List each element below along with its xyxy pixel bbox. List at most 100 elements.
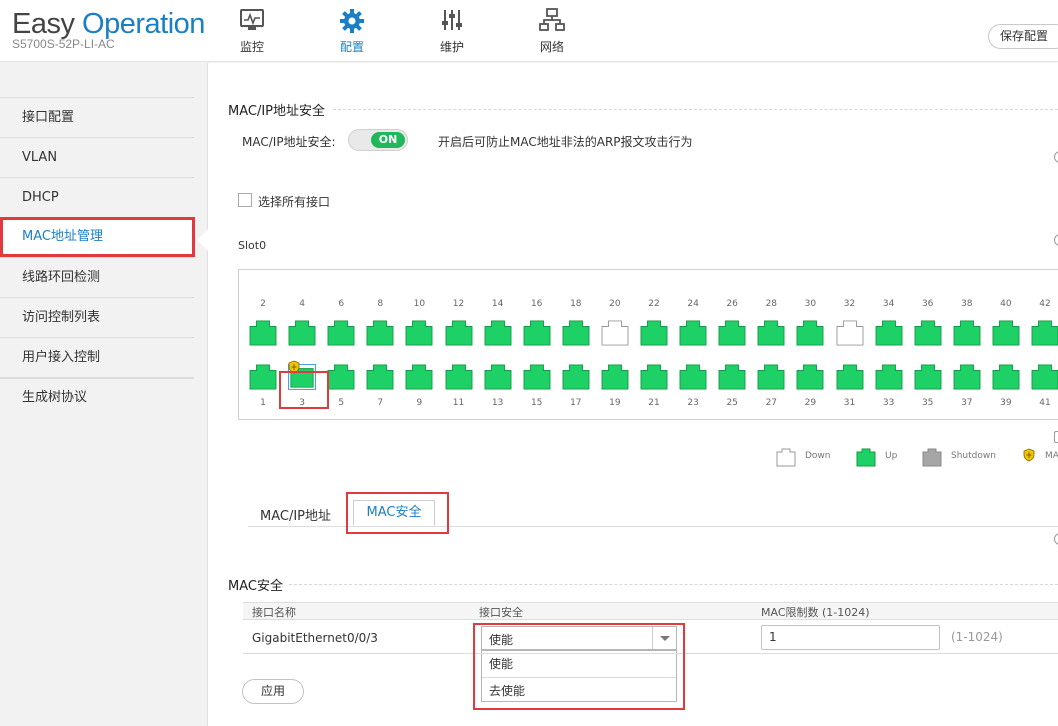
- mac-limit-range-hint: (1-1024): [951, 630, 1003, 644]
- mac-security-divider: [289, 584, 1058, 585]
- port-up[interactable]: [601, 364, 629, 390]
- panel-scroll-handle[interactable]: [1054, 431, 1058, 443]
- port-up[interactable]: [562, 320, 590, 346]
- port-number: 6: [338, 299, 345, 309]
- port-number: 33: [882, 398, 895, 408]
- sidebar-item-user-access[interactable]: 用户接入控制: [0, 337, 194, 377]
- slot-label: Slot0: [238, 239, 267, 252]
- nav-network[interactable]: 网络: [522, 6, 582, 55]
- tab-mac-security[interactable]: MAC安全: [353, 500, 435, 526]
- collapse-handle-slot[interactable]: [1054, 234, 1058, 246]
- port-number: 41: [1039, 398, 1051, 408]
- sidebar-item-loopback-detect[interactable]: 线路环回检测: [0, 257, 194, 297]
- port-up[interactable]: [366, 320, 394, 346]
- port-number: 15: [530, 398, 543, 408]
- section-divider: [333, 109, 1058, 110]
- port-up[interactable]: [405, 320, 433, 346]
- port-up[interactable]: [875, 364, 903, 390]
- port-up[interactable]: [953, 320, 981, 346]
- col-mac-limit: MAC限制数 (1-1024): [761, 606, 870, 619]
- port-number: 14: [491, 299, 504, 309]
- port-up[interactable]: [523, 364, 551, 390]
- sliders-icon: [442, 10, 462, 30]
- port-up[interactable]: [757, 364, 785, 390]
- save-config-button[interactable]: 保存配置: [988, 24, 1058, 49]
- dropdown-option-disable[interactable]: 去使能: [482, 677, 676, 703]
- port-up[interactable]: [640, 364, 668, 390]
- mac-limit-input[interactable]: 1: [761, 625, 940, 650]
- port-up[interactable]: [523, 320, 551, 346]
- port-up[interactable]: [679, 364, 707, 390]
- select-caret-area[interactable]: [652, 627, 676, 649]
- shield-icon: [288, 360, 300, 374]
- table-row-interface: GigabitEthernet0/0/3: [252, 631, 378, 645]
- port-up[interactable]: [914, 364, 942, 390]
- nav-config[interactable]: 配置: [322, 6, 382, 55]
- legend-mac-label: MA: [1045, 451, 1058, 461]
- section-title: MAC/IP地址安全: [228, 104, 326, 119]
- sidebar-item-dhcp[interactable]: DHCP: [0, 177, 194, 217]
- port-number: 21: [648, 398, 660, 408]
- port-up[interactable]: [953, 364, 981, 390]
- port-up[interactable]: [445, 364, 473, 390]
- tab-mac-ip-address[interactable]: MAC/IP地址: [260, 505, 331, 524]
- top-header: Easy Operation S5700S-52P-LI-AC 监控 配置 维护…: [0, 0, 1058, 62]
- port-up[interactable]: [640, 320, 668, 346]
- port-up[interactable]: [366, 364, 394, 390]
- port-down[interactable]: [601, 320, 629, 346]
- sidebar: 接口配置 VLAN DHCP MAC地址管理 线路环回检测 访问控制列表 用户接…: [0, 63, 208, 726]
- dropdown-option-enable[interactable]: 使能: [482, 651, 676, 677]
- sidebar-item-interface-config[interactable]: 接口配置: [0, 97, 194, 137]
- sidebar-item-mac-management[interactable]: MAC地址管理: [0, 217, 195, 257]
- legend-down-port-icon: [776, 448, 796, 467]
- port-up[interactable]: [1031, 364, 1058, 390]
- port-number: 35: [921, 398, 934, 408]
- port-number: 10: [413, 299, 426, 309]
- active-pointer: [197, 229, 208, 251]
- port-up[interactable]: [718, 320, 746, 346]
- port-up[interactable]: [327, 320, 355, 346]
- port-number: 30: [804, 299, 817, 309]
- port-up[interactable]: [1031, 320, 1058, 346]
- port-number: 4: [299, 299, 305, 309]
- legend-shutdown-port-icon: [922, 448, 942, 467]
- port-up[interactable]: [405, 364, 433, 390]
- mac-ip-security-toggle[interactable]: ON: [348, 129, 408, 151]
- port-number: 12: [452, 299, 465, 309]
- port-up[interactable]: [992, 320, 1020, 346]
- nav-monitor[interactable]: 监控: [222, 6, 282, 55]
- apply-button[interactable]: 应用: [242, 679, 304, 704]
- port-up[interactable]: [445, 320, 473, 346]
- port-up[interactable]: [836, 364, 864, 390]
- port-up[interactable]: [484, 364, 512, 390]
- port-up[interactable]: [249, 364, 277, 390]
- port-up[interactable]: [679, 320, 707, 346]
- port-up[interactable]: [718, 364, 746, 390]
- port-up[interactable]: [288, 320, 316, 346]
- collapse-handle-tabs[interactable]: [1054, 533, 1058, 545]
- port-up[interactable]: [327, 364, 355, 390]
- port-up[interactable]: [914, 320, 942, 346]
- port-number: 18: [570, 299, 582, 309]
- port-up[interactable]: [992, 364, 1020, 390]
- tabs-divider: [248, 526, 1058, 527]
- collapse-handle[interactable]: [1054, 151, 1058, 163]
- port-up[interactable]: [484, 320, 512, 346]
- interface-security-select[interactable]: 使能: [481, 626, 677, 650]
- sidebar-item-vlan[interactable]: VLAN: [0, 137, 194, 177]
- port-up[interactable]: [757, 320, 785, 346]
- sidebar-item-acl[interactable]: 访问控制列表: [0, 297, 194, 337]
- nav-maintenance[interactable]: 维护: [422, 6, 482, 55]
- sidebar-item-spanning-tree[interactable]: 生成树协议: [0, 377, 194, 417]
- port-up[interactable]: [796, 320, 824, 346]
- port-up[interactable]: [875, 320, 903, 346]
- toggle-label: MAC/IP地址安全:: [242, 135, 336, 149]
- port-up[interactable]: [562, 364, 590, 390]
- port-panel: 2 4 6 8 10 12 14 16 18 20 22 24 26 28 30 32 34 36 38 40 42 1…: [238, 269, 1058, 420]
- port-up[interactable]: [796, 364, 824, 390]
- brand-logo: Easy Operation: [12, 8, 205, 40]
- shield-icon: [1023, 448, 1035, 462]
- select-all-checkbox[interactable]: [238, 193, 252, 207]
- port-down[interactable]: [836, 320, 864, 346]
- port-up[interactable]: [249, 320, 277, 346]
